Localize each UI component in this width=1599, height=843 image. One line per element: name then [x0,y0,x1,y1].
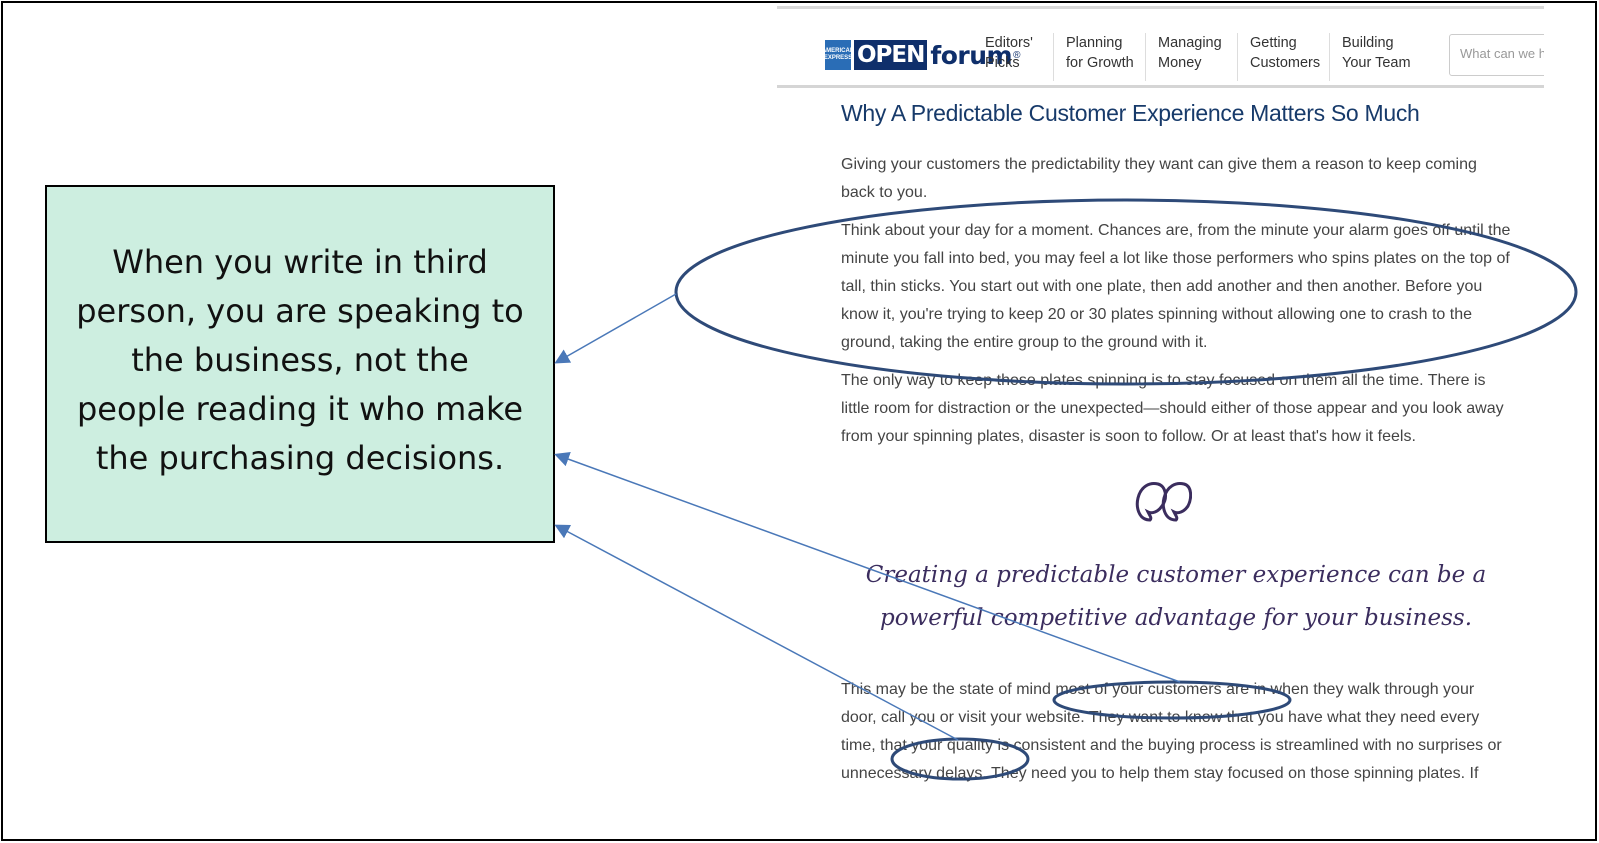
search-input[interactable]: What can we h [1449,34,1544,76]
article-paragraph: Think about your day for a moment. Chanc… [841,222,1511,351]
nav-editors-picks[interactable]: Editors' Picks [973,33,1033,81]
article-paragraph: Giving your customers the predictability… [841,156,1477,201]
article-paragraph: The only way to keep those plates spinni… [841,372,1504,445]
article-paragraph: This may be the state of mind most of yo… [841,681,1502,782]
nav-planning-for-growth[interactable]: Planning for Growth [1053,33,1134,81]
nav-label: Getting [1250,35,1297,51]
nav-label: Picks [985,55,1020,71]
callout-text: When you write in third person, you are … [76,242,524,477]
quote-mark-icon [1135,482,1192,522]
article-title: Why A Predictable Customer Experience Ma… [841,100,1420,126]
callout-box: When you write in third person, you are … [45,185,555,543]
nav-label: for Growth [1066,55,1134,71]
amex-logo-icon: AMERICAN EXPRESS [822,40,854,70]
nav-getting-customers[interactable]: Getting Customers [1237,33,1320,81]
logo-open: OPEN [854,40,928,70]
nav-label: Building [1342,35,1394,51]
nav-label: Money [1158,55,1202,71]
top-border [777,6,1544,9]
nav-label: Your Team [1342,55,1411,71]
web-screenshot: AMERICAN EXPRESS OPEN forum ® Editors' P… [777,6,1544,788]
nav-label: Planning [1066,35,1123,51]
pull-quote: Creating a predictable customer experien… [865,562,1487,631]
nav-label: Editors' [985,35,1033,51]
nav-building-your-team[interactable]: Building Your Team [1329,33,1411,81]
nav-managing-money[interactable]: Managing Money [1145,33,1222,81]
site-nav: AMERICAN EXPRESS OPEN forum ® Editors' P… [777,16,1544,88]
nav-label: Customers [1250,55,1321,71]
nav-label: Managing [1158,35,1222,51]
